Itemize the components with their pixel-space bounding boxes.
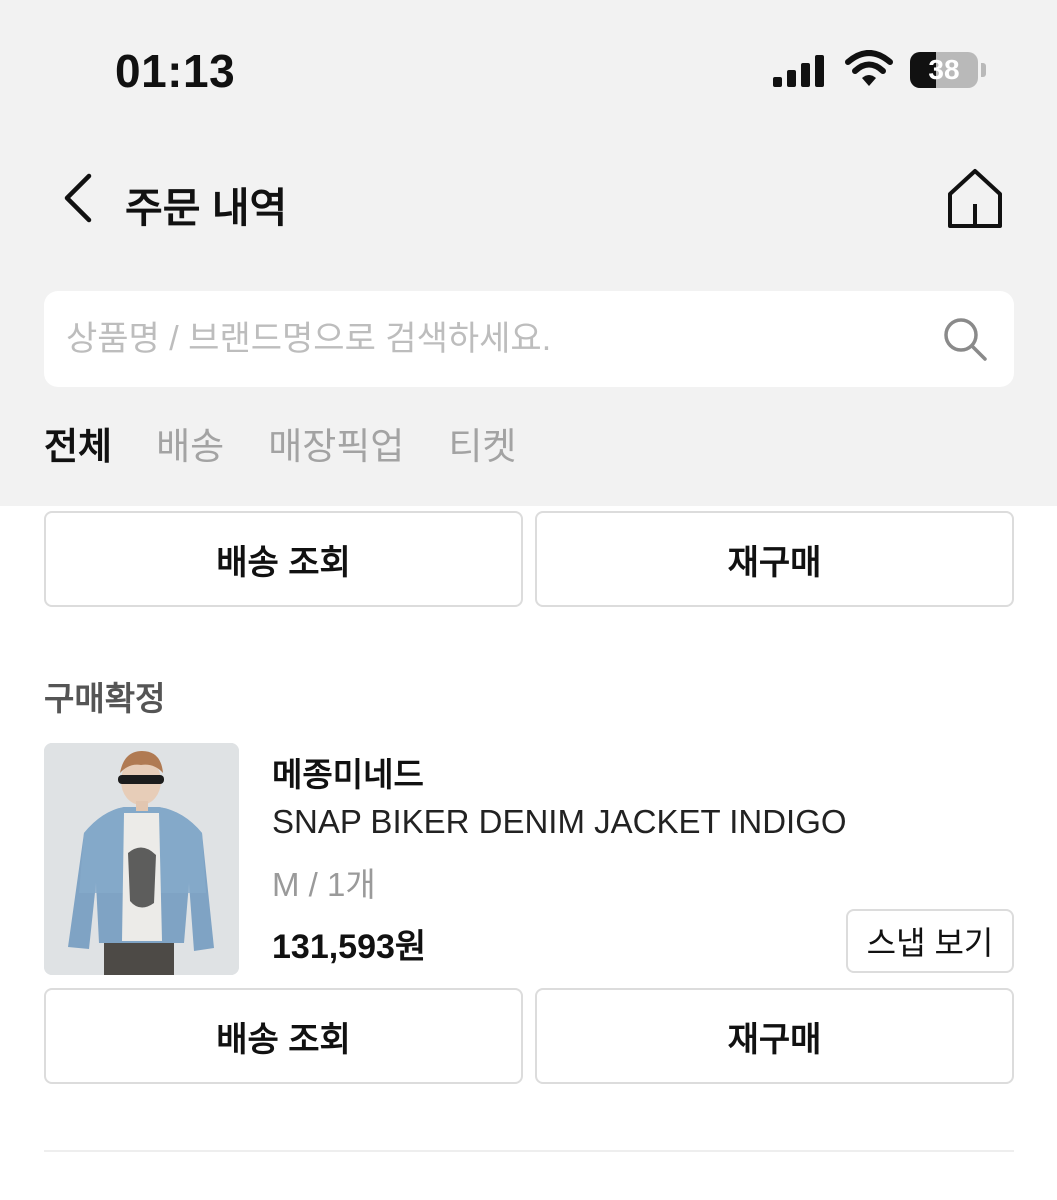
wifi-icon <box>845 50 893 86</box>
status-time: 01:13 <box>115 45 236 97</box>
battery-percent: 38 <box>928 54 960 85</box>
home-icon[interactable] <box>944 166 1006 230</box>
product-thumbnail[interactable] <box>44 743 239 975</box>
tab-all[interactable]: 전체 <box>44 422 112 472</box>
search-bar <box>44 291 1014 387</box>
view-snap-button[interactable]: 스냅 보기 <box>846 909 1014 973</box>
rebuy-button[interactable]: 재구매 <box>535 988 1014 1084</box>
header-area: 01:13 38 주문 내역 전체 배송 매장픽업 티켓 <box>0 0 1057 506</box>
signal-bars-icon <box>773 55 824 87</box>
product-image <box>44 743 239 975</box>
product-price: 131,593원 <box>272 928 427 966</box>
tab-ticket[interactable]: 티켓 <box>448 422 516 472</box>
product-name[interactable]: SNAP BIKER DENIM JACKET INDIGO <box>272 803 847 841</box>
battery-cap <box>981 63 986 77</box>
search-icon[interactable] <box>941 315 989 363</box>
rebuy-button[interactable]: 재구매 <box>535 511 1014 607</box>
track-delivery-button[interactable]: 배송 조회 <box>44 511 523 607</box>
track-delivery-button[interactable]: 배송 조회 <box>44 988 523 1084</box>
brand-name[interactable]: 메종미네드 <box>272 748 424 796</box>
tab-delivery[interactable]: 배송 <box>156 422 224 472</box>
chevron-left-icon[interactable] <box>55 170 105 226</box>
battery-indicator: 38 <box>910 52 978 88</box>
tab-store-pickup[interactable]: 매장픽업 <box>268 422 404 472</box>
product-option: M / 1개 <box>272 866 376 903</box>
page-title: 주문 내역 <box>125 185 288 231</box>
order-divider <box>44 1150 1014 1152</box>
search-input[interactable] <box>66 291 926 387</box>
order-status: 구매확정 <box>44 680 166 717</box>
order-type-tabs: 전체 배송 매장픽업 티켓 <box>44 422 516 472</box>
